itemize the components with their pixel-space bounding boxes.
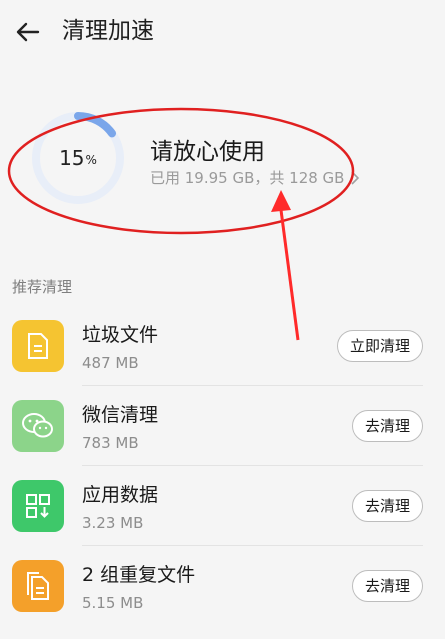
app-data-icon: [12, 480, 64, 532]
storage-usage-text: 已用 19.95 GB，共 128 GB: [150, 169, 345, 187]
storage-usage-link[interactable]: 已用 19.95 GB，共 128 GB: [150, 167, 360, 188]
page-title: 清理加速: [62, 18, 154, 44]
arrow-left-icon[interactable]: [12, 16, 44, 48]
item-name: 垃圾文件: [82, 324, 159, 346]
cleanup-list: 垃圾文件 487 MB 立即清理 微信清理 783 MB 去清理 应用数据 3.…: [0, 306, 445, 626]
go-clean-button[interactable]: 去清理: [351, 570, 423, 602]
item-size: 487 MB: [82, 354, 139, 372]
item-name: 应用数据: [82, 484, 159, 506]
item-name: 2 组重复文件: [82, 564, 196, 586]
list-item-junk-files[interactable]: 垃圾文件 487 MB 立即清理: [0, 306, 445, 386]
wechat-icon: [12, 400, 64, 452]
document-icon: [12, 320, 64, 372]
storage-percent: 15%: [30, 110, 126, 206]
go-clean-button[interactable]: 去清理: [351, 490, 423, 522]
item-size: 783 MB: [82, 434, 139, 452]
clean-now-button[interactable]: 立即清理: [336, 330, 423, 362]
section-title: 推荐清理: [12, 278, 73, 296]
chevron-right-icon: [351, 170, 360, 185]
storage-summary: 15% 请放心使用 已用 19.95 GB，共 128 GB: [0, 96, 445, 246]
app-header: 清理加速: [0, 0, 445, 64]
list-item-wechat[interactable]: 微信清理 783 MB 去清理: [0, 386, 445, 466]
go-clean-button[interactable]: 去清理: [351, 410, 423, 442]
list-item-app-data[interactable]: 应用数据 3.23 MB 去清理: [0, 466, 445, 546]
storage-status: 请放心使用: [150, 139, 265, 165]
storage-percent-unit: %: [85, 153, 97, 167]
duplicate-files-icon: [12, 560, 64, 612]
item-size: 3.23 MB: [82, 514, 144, 532]
list-item-duplicate-files[interactable]: 2 组重复文件 5.15 MB 去清理: [0, 546, 445, 626]
item-name: 微信清理: [82, 404, 159, 426]
storage-percent-value: 15: [59, 146, 85, 170]
item-size: 5.15 MB: [82, 594, 144, 612]
